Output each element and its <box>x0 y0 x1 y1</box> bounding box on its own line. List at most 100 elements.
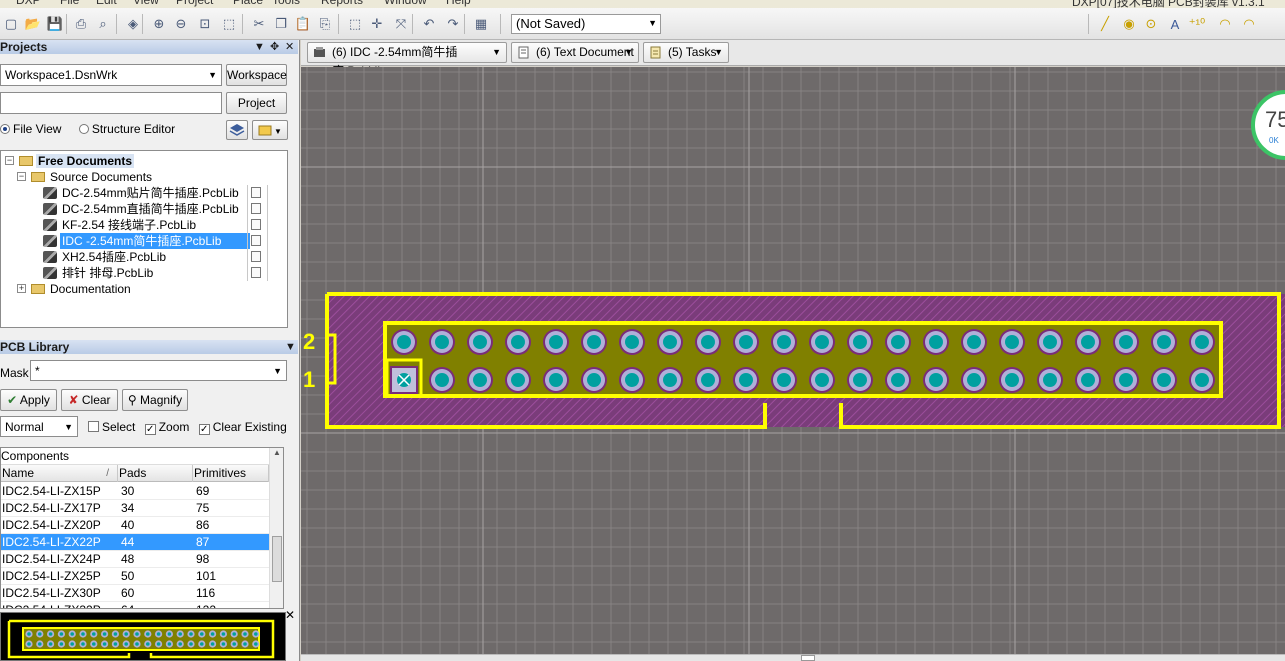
tab-tasks[interactable]: (5) Tasks ▼ <box>643 42 729 63</box>
layers-icon[interactable]: ◈ <box>124 15 142 33</box>
workspace-button[interactable]: Workspace <box>226 64 287 86</box>
menu-item-window[interactable]: Window <box>384 0 427 7</box>
menu-item-help[interactable]: Help <box>446 0 471 7</box>
undo-icon[interactable]: ↶ <box>420 15 438 33</box>
grid-icon[interactable]: ▦ <box>472 15 490 33</box>
via-icon[interactable]: ⊙ <box>1142 15 1160 33</box>
scrollbar-thumb[interactable] <box>272 536 282 582</box>
table-row[interactable]: IDC2.54-LI-ZX22P 44 87 <box>1 534 269 551</box>
column-name[interactable]: Name / <box>1 465 118 482</box>
cut-icon[interactable]: ✂ <box>250 15 268 33</box>
scrollbar-thumb[interactable] <box>801 655 815 661</box>
menu-item-reports[interactable]: Reports <box>321 0 363 7</box>
collapse-icon[interactable]: − <box>17 172 26 181</box>
workspace-select[interactable]: Workspace1.DsnWrk ▼ <box>0 64 222 86</box>
tree-item-label: DC-2.54mm直插简牛插座.PcbLib <box>62 202 239 216</box>
pcb-editor-canvas[interactable]: 2 1 75 0K <box>301 67 1285 654</box>
table-row[interactable]: IDC2.54-LI-ZX30P 60 116 <box>1 585 269 602</box>
new-doc-icon[interactable]: ▢ <box>2 15 20 33</box>
project-options-button[interactable]: ▼ <box>252 120 288 140</box>
pin-icon[interactable]: ✥ <box>270 40 279 54</box>
close-icon[interactable]: ✕ <box>285 40 294 54</box>
column-primitives[interactable]: Primitives <box>193 465 269 482</box>
table-row[interactable]: IDC2.54-LI-ZX24P 48 98 <box>1 551 269 568</box>
menu-item-project[interactable]: Project <box>176 0 213 7</box>
menu-item-edit[interactable]: Edit <box>96 0 117 7</box>
project-select[interactable] <box>0 92 222 114</box>
magnify-button[interactable]: ⚲ Magnify <box>122 389 188 411</box>
tree-item[interactable]: − Free Documents <box>1 153 287 169</box>
open-icon[interactable]: 📂 <box>24 15 42 33</box>
select-checkbox[interactable]: Select <box>88 420 135 434</box>
preview-footprint <box>1 613 285 660</box>
table-row[interactable]: IDC2.54-LI-ZX32P 64 122 <box>1 602 269 608</box>
apply-button[interactable]: ✔ Apply <box>0 389 57 411</box>
zoom-checkbox[interactable]: ✓ Zoom <box>144 420 189 435</box>
cell-pads: 40 <box>121 518 135 532</box>
select-rect-icon[interactable]: ⬚ <box>346 15 364 33</box>
print-preview-icon[interactable]: ⌕ <box>94 15 112 33</box>
cross-probe-icon[interactable]: ⤧ <box>392 15 410 33</box>
pad-hole <box>967 373 981 387</box>
tab-tasks-label: (5) Tasks <box>668 45 717 59</box>
menu-item-file[interactable]: File <box>60 0 79 7</box>
structure-editor-radio[interactable]: Structure Editor <box>78 122 175 136</box>
layers-button[interactable] <box>226 120 248 140</box>
move-icon[interactable]: ✛ <box>368 15 386 33</box>
copy-icon[interactable]: ❐ <box>272 15 290 33</box>
zoom-out-icon[interactable]: ⊖ <box>172 15 190 33</box>
paste-icon[interactable]: 📋 <box>294 15 312 33</box>
pad-icon[interactable]: ◉ <box>1120 15 1138 33</box>
clear-existing-checkbox[interactable]: ✓ Clear Existing <box>198 420 287 435</box>
coordinate-icon[interactable]: ⁺¹⁰ <box>1188 15 1206 33</box>
panel-menu-icon[interactable]: ▼ <box>285 340 296 354</box>
toolbar-separator <box>338 14 339 34</box>
arc-center-icon[interactable]: ◠ <box>1216 15 1234 33</box>
tree-item[interactable]: − Source Documents <box>1 169 287 185</box>
pcb-library-icon <box>43 235 57 247</box>
file-view-radio[interactable]: File View <box>0 122 61 136</box>
save-icon[interactable]: 💾 <box>46 15 64 33</box>
mode-select[interactable]: Normal ▼ <box>0 416 78 437</box>
zoom-in-icon[interactable]: ⊕ <box>150 15 168 33</box>
arc-edge-icon[interactable]: ◠ <box>1240 15 1258 33</box>
zoom-area-icon[interactable]: ⬚ <box>220 15 238 33</box>
tree-item[interactable]: 排针 排母.PcbLib <box>1 265 287 281</box>
mask-input[interactable]: * ▼ <box>30 360 287 381</box>
paste-special-icon[interactable]: ⎘ <box>316 15 334 33</box>
menu-item-view[interactable]: View <box>133 0 159 7</box>
tab-text-document[interactable]: (6) Text Document ▼ <box>511 42 639 63</box>
zoom-fit-icon[interactable]: ⊡ <box>196 15 214 33</box>
collapse-icon[interactable]: − <box>5 156 14 165</box>
canvas-horizontal-scrollbar[interactable] <box>301 654 1285 661</box>
table-row[interactable]: IDC2.54-LI-ZX20P 40 86 <box>1 517 269 534</box>
table-row[interactable]: IDC2.54-LI-ZX17P 34 75 <box>1 500 269 517</box>
cell-primitives: 122 <box>196 602 216 608</box>
tree-item[interactable]: DC-2.54mm贴片简牛插座.PcbLib <box>1 185 287 201</box>
components-scrollbar[interactable]: ▲ <box>269 448 283 608</box>
tab-pcblib[interactable]: (6) IDC -2.54mm简牛插座.PcbLib ▼ <box>307 42 507 78</box>
print-icon[interactable]: ⎙ <box>72 15 90 33</box>
table-row[interactable]: IDC2.54-LI-ZX15P 30 69 <box>1 483 269 500</box>
project-button[interactable]: Project <box>226 92 287 114</box>
tree-item[interactable]: IDC -2.54mm简牛插座.PcbLib <box>1 233 287 249</box>
expand-icon[interactable]: + <box>17 284 26 293</box>
menu-item-place[interactable]: Place <box>233 0 263 7</box>
pcb-footprint-view[interactable]: 2 1 75 0K <box>301 67 1285 654</box>
menu-item-tools[interactable]: Tools <box>272 0 300 7</box>
tree-item[interactable]: DC-2.54mm直插简牛插座.PcbLib <box>1 201 287 217</box>
table-row[interactable]: IDC2.54-LI-ZX25P 50 101 <box>1 568 269 585</box>
preview-close-icon[interactable]: ✕ <box>285 608 295 622</box>
redo-icon[interactable]: ↷ <box>444 15 462 33</box>
scroll-up-icon[interactable]: ▲ <box>270 448 283 457</box>
tree-item[interactable]: XH2.54插座.PcbLib <box>1 249 287 265</box>
column-pads[interactable]: Pads <box>118 465 193 482</box>
clear-button[interactable]: ✘ Clear <box>61 389 118 411</box>
menu-item-dxp[interactable]: DXP <box>16 0 41 7</box>
tree-item[interactable]: + Documentation <box>1 281 287 297</box>
save-status-combo[interactable]: (Not Saved) ▼ <box>511 14 661 34</box>
tree-item[interactable]: KF-2.54 接线端子.PcbLib <box>1 217 287 233</box>
string-icon[interactable]: A <box>1166 15 1184 33</box>
panel-menu-icon[interactable]: ▼ <box>254 40 265 54</box>
line-icon[interactable]: ╱ <box>1096 15 1114 33</box>
